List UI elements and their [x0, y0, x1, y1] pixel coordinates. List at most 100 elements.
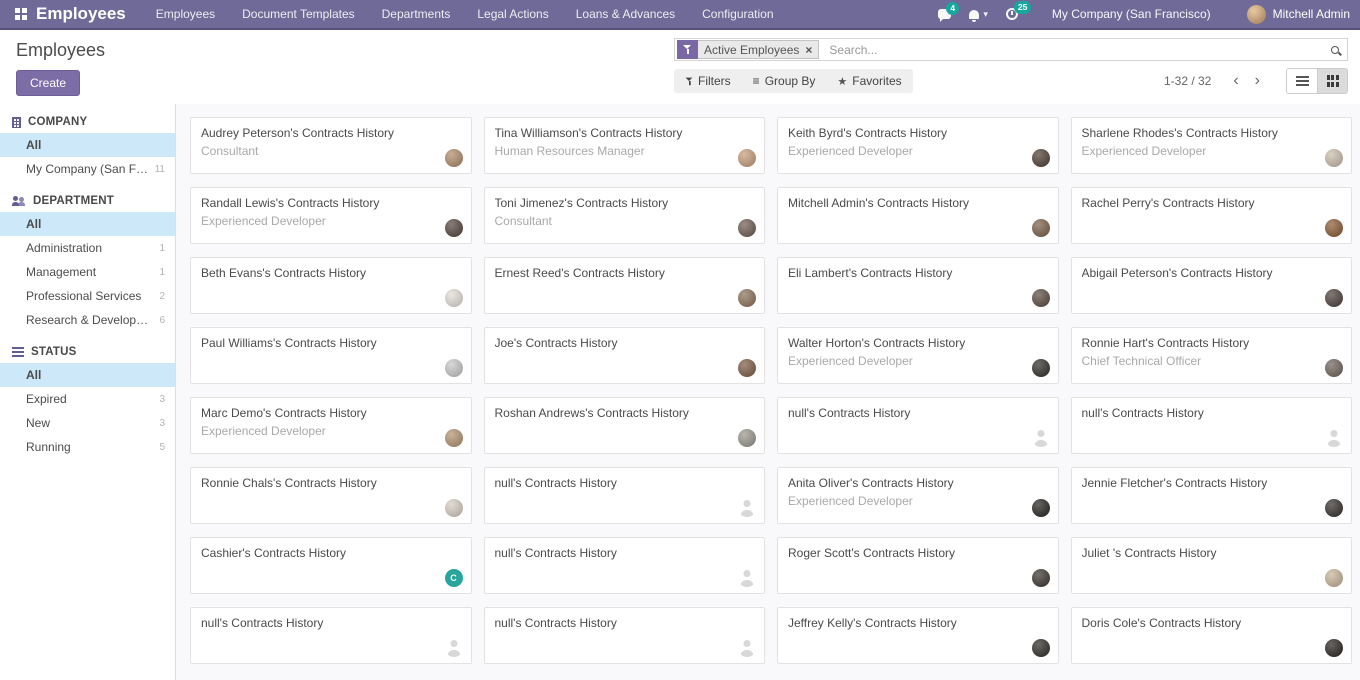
- sidebar-item-count: 2: [159, 291, 165, 302]
- card-subtitle: Human Resources Manager: [495, 144, 755, 158]
- employee-avatar: [1325, 219, 1343, 237]
- card-title: Sharlene Rhodes's Contracts History: [1082, 126, 1342, 140]
- kanban-card[interactable]: Sharlene Rhodes's Contracts HistoryExper…: [1071, 117, 1353, 174]
- card-title: null's Contracts History: [495, 616, 755, 630]
- kanban-card[interactable]: null's Contracts History: [484, 537, 766, 594]
- card-subtitle: Chief Technical Officer: [1082, 354, 1342, 368]
- kanban-card[interactable]: Roshan Andrews's Contracts History: [484, 397, 766, 454]
- kanban-card[interactable]: Paul Williams's Contracts History: [190, 327, 472, 384]
- kanban-card[interactable]: Rachel Perry's Contracts History: [1071, 187, 1353, 244]
- sidebar-item[interactable]: My Company (San Fran...11: [0, 157, 175, 181]
- kanban-card[interactable]: Ernest Reed's Contracts History: [484, 257, 766, 314]
- sidebar-item[interactable]: Expired3: [0, 387, 175, 411]
- sidebar-section: DEPARTMENTAllAdministration1Management1P…: [0, 195, 175, 332]
- sidebar-item[interactable]: Administration1: [0, 236, 175, 260]
- pager-next-button[interactable]: ›: [1247, 73, 1268, 89]
- kanban-card[interactable]: Roger Scott's Contracts History: [777, 537, 1059, 594]
- create-button[interactable]: Create: [16, 70, 80, 96]
- kanban-card[interactable]: Juliet 's Contracts History: [1071, 537, 1353, 594]
- sidebar-item-label: Professional Services: [26, 289, 153, 303]
- employee-avatar: [445, 639, 463, 657]
- kanban-card[interactable]: Jeffrey Kelly's Contracts History: [777, 607, 1059, 664]
- kanban-card[interactable]: null's Contracts History: [777, 397, 1059, 454]
- sidebar-item[interactable]: Management1: [0, 260, 175, 284]
- kanban-card[interactable]: Mitchell Admin's Contracts History: [777, 187, 1059, 244]
- top-menu-item[interactable]: Document Templates: [242, 7, 355, 21]
- sidebar-section-header: STATUS: [0, 346, 175, 363]
- top-menu-item[interactable]: Employees: [156, 7, 215, 21]
- group-by-button[interactable]: ≡ Group By: [742, 69, 827, 93]
- sidebar-item-label: Research & Development: [26, 313, 153, 327]
- employee-avatar: [445, 219, 463, 237]
- kanban-card[interactable]: Tina Williamson's Contracts HistoryHuman…: [484, 117, 766, 174]
- card-title: Rachel Perry's Contracts History: [1082, 196, 1342, 210]
- employee-avatar: [445, 359, 463, 377]
- sidebar-item[interactable]: All: [0, 363, 175, 387]
- user-avatar: [1247, 5, 1266, 24]
- app-brand[interactable]: Employees: [36, 4, 126, 24]
- top-menu-item[interactable]: Departments: [382, 7, 451, 21]
- favorites-button[interactable]: ★ Favorites: [826, 69, 912, 93]
- kanban-card[interactable]: Cashier's Contracts HistoryC: [190, 537, 472, 594]
- employee-avatar: [1032, 499, 1050, 517]
- user-menu[interactable]: Mitchell Admin: [1247, 5, 1350, 24]
- employee-avatar: [1032, 219, 1050, 237]
- kanban-card[interactable]: Joe's Contracts History: [484, 327, 766, 384]
- card-title: Juliet 's Contracts History: [1082, 546, 1342, 560]
- kanban-view-button[interactable]: [1317, 69, 1347, 93]
- list-view-button[interactable]: [1287, 69, 1317, 93]
- employee-avatar: C: [445, 569, 463, 587]
- card-title: null's Contracts History: [495, 546, 755, 560]
- facet-text: Active Employees: [704, 43, 799, 57]
- kanban-card[interactable]: Ronnie Chals's Contracts History: [190, 467, 472, 524]
- user-name: Mitchell Admin: [1273, 7, 1350, 21]
- top-menu-item[interactable]: Legal Actions: [477, 7, 548, 21]
- employee-avatar: [1325, 499, 1343, 517]
- kanban-card[interactable]: Jennie Fletcher's Contracts History: [1071, 467, 1353, 524]
- kanban-card[interactable]: Randall Lewis's Contracts HistoryExperie…: [190, 187, 472, 244]
- notifications-button[interactable]: ▾: [969, 9, 988, 20]
- sidebar-item[interactable]: Research & Development6: [0, 308, 175, 332]
- kanban-card[interactable]: null's Contracts History: [190, 607, 472, 664]
- sidebar-item-label: All: [26, 368, 165, 382]
- sidebar-item[interactable]: Running5: [0, 435, 175, 459]
- sidebar-item[interactable]: Professional Services 2: [0, 284, 175, 308]
- kanban-card[interactable]: Eli Lambert's Contracts History: [777, 257, 1059, 314]
- kanban-card[interactable]: Toni Jimenez's Contracts HistoryConsulta…: [484, 187, 766, 244]
- apps-grid-icon[interactable]: [15, 8, 27, 20]
- kanban-card[interactable]: null's Contracts History: [484, 607, 766, 664]
- kanban-card[interactable]: null's Contracts History: [484, 467, 766, 524]
- search-facet[interactable]: Active Employees ×: [677, 40, 819, 59]
- card-subtitle: Experienced Developer: [788, 354, 1048, 368]
- card-title: Ronnie Chals's Contracts History: [201, 476, 461, 490]
- top-menu-item[interactable]: Configuration: [702, 7, 773, 21]
- kanban-card[interactable]: null's Contracts History: [1071, 397, 1353, 454]
- sidebar-item[interactable]: All: [0, 133, 175, 157]
- employee-avatar: [1032, 429, 1050, 447]
- employee-avatar: [1032, 359, 1050, 377]
- top-menu-item[interactable]: Loans & Advances: [576, 7, 675, 21]
- filters-button[interactable]: Filters: [674, 69, 742, 93]
- kanban-card[interactable]: Ronnie Hart's Contracts HistoryChief Tec…: [1071, 327, 1353, 384]
- search-input[interactable]: [823, 43, 1331, 57]
- sidebar-item[interactable]: All: [0, 212, 175, 236]
- messages-button[interactable]: 4: [938, 9, 951, 19]
- sidebar-item[interactable]: New3: [0, 411, 175, 435]
- filter-button-group: Filters ≡ Group By ★ Favorites: [674, 69, 913, 93]
- kanban-card[interactable]: Keith Byrd's Contracts HistoryExperience…: [777, 117, 1059, 174]
- activities-button[interactable]: 25: [1006, 8, 1018, 20]
- pager-previous-button[interactable]: ‹: [1225, 73, 1246, 89]
- facet-remove-icon[interactable]: ×: [805, 44, 812, 56]
- kanban-card[interactable]: Marc Demo's Contracts HistoryExperienced…: [190, 397, 472, 454]
- kanban-card[interactable]: Anita Oliver's Contracts HistoryExperien…: [777, 467, 1059, 524]
- page-body: COMPANYAllMy Company (San Fran...11DEPAR…: [0, 104, 1360, 680]
- kanban-card[interactable]: Walter Horton's Contracts HistoryExperie…: [777, 327, 1059, 384]
- kanban-card[interactable]: Beth Evans's Contracts History: [190, 257, 472, 314]
- card-title: Randall Lewis's Contracts History: [201, 196, 461, 210]
- kanban-card[interactable]: Doris Cole's Contracts History: [1071, 607, 1353, 664]
- company-switcher[interactable]: My Company (San Francisco): [1052, 7, 1211, 21]
- card-title: null's Contracts History: [201, 616, 461, 630]
- kanban-card[interactable]: Audrey Peterson's Contracts HistoryConsu…: [190, 117, 472, 174]
- kanban-card[interactable]: Abigail Peterson's Contracts History: [1071, 257, 1353, 314]
- search-icon[interactable]: [1331, 46, 1339, 54]
